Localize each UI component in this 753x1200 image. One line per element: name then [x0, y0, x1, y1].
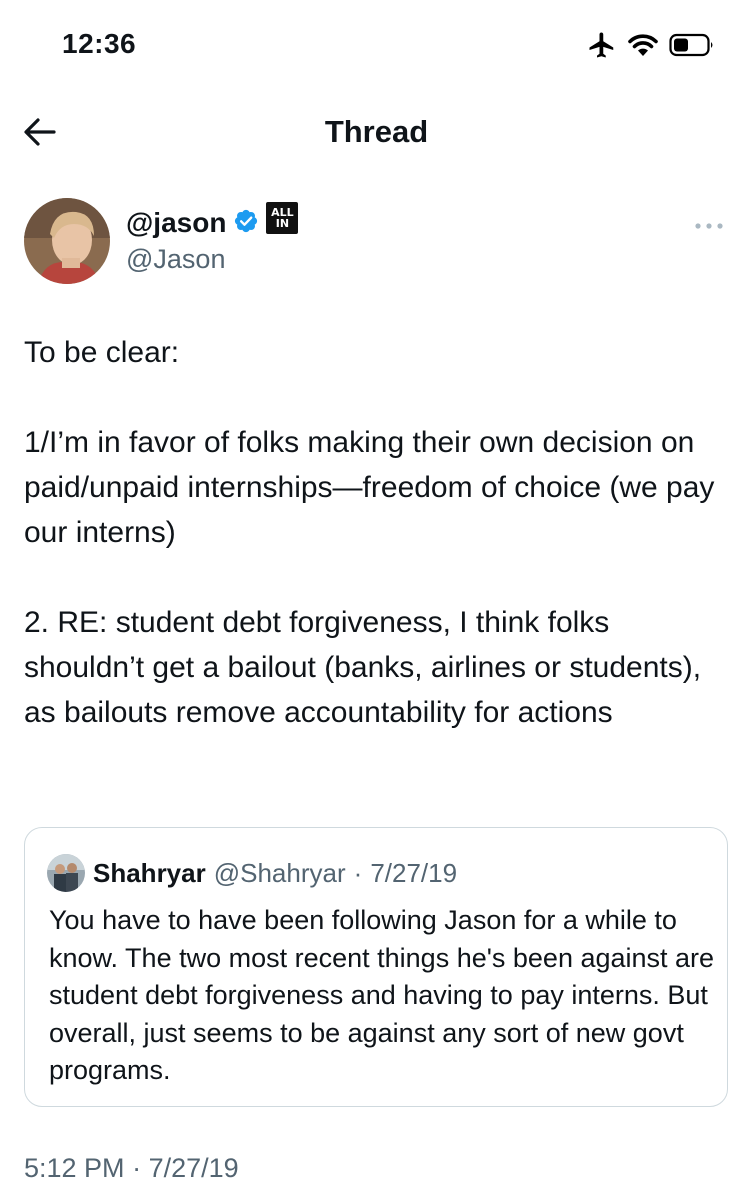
quoted-avatar [47, 854, 85, 892]
status-time: 12:36 [62, 28, 137, 59]
page-title: Thread [324, 114, 429, 149]
status-icons [587, 30, 715, 65]
quoted-display-name: Shahryar [93, 857, 206, 888]
author-names: @jason ALL IN @Jason [126, 202, 299, 275]
nav-bar: Thread [0, 100, 753, 170]
status-bar: 12:36 [0, 0, 753, 90]
wifi-icon [627, 32, 659, 63]
display-name[interactable]: @jason [126, 207, 226, 239]
more-icon [694, 217, 724, 235]
quoted-tweet-header: Shahryar @Shahryar · 7/27/19 [47, 854, 457, 892]
tweet-text: To be clear: 1/I’m in favor of folks mak… [24, 336, 715, 729]
tweet-timestamp[interactable]: 5:12 PM · 7/27/19 [24, 1153, 239, 1184]
verified-badge-icon [233, 208, 259, 239]
quoted-separator: · [353, 857, 363, 888]
airplane-icon [587, 30, 617, 65]
quoted-tweet-card[interactable]: Shahryar @Shahryar · 7/27/19 You have to h… [24, 827, 728, 1107]
battery-icon [669, 32, 715, 63]
author-handle: @Jason [126, 244, 226, 274]
quoted-date: 7/27/19 [370, 857, 458, 888]
timestamp-separator: · [132, 1153, 142, 1183]
tweet-date: 7/27/19 [148, 1153, 239, 1183]
display-name-row: @jason ALL IN [126, 202, 299, 242]
tweet-time: 5:12 PM [24, 1153, 125, 1183]
more-button[interactable] [691, 216, 727, 236]
tweet-author: @jason ALL IN @Jason [0, 196, 753, 292]
affiliation-badge-line2: IN [275, 217, 290, 230]
quoted-tweet-text: You have to have been following Jason fo… [49, 905, 715, 1085]
quoted-handle: @Shahryar [213, 857, 346, 888]
avatar[interactable] [24, 198, 110, 284]
affiliation-badge[interactable]: ALL IN [266, 202, 299, 234]
